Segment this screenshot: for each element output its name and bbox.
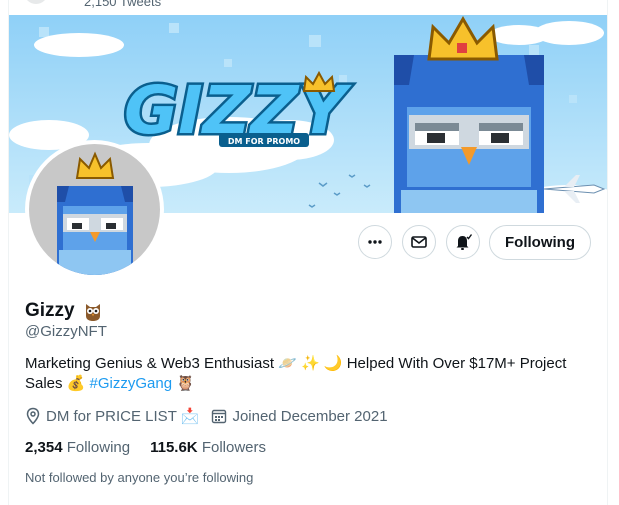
profile-joined: Joined December 2021 — [211, 407, 388, 425]
profile-bio: Marketing Genius & Web3 Enthusiast 🪐 ✨ 🌙… — [25, 354, 585, 394]
header-avatar-partial[interactable] — [24, 0, 48, 4]
column-border-right — [607, 0, 608, 505]
followers-label: Followers — [201, 439, 266, 456]
bio-trailing: 🦉 — [172, 375, 195, 392]
profile-name: Gizzy — [25, 300, 75, 321]
owl-avatar-image — [29, 144, 160, 275]
following-count: 2,354 — [25, 439, 63, 456]
profile-avatar[interactable] — [25, 140, 164, 279]
following-label: Following — [66, 439, 131, 456]
following-button[interactable]: Following — [489, 225, 591, 260]
location-pin-icon — [26, 407, 40, 425]
followers-count-link[interactable]: 115.6K Followers — [150, 439, 266, 456]
message-button[interactable] — [402, 225, 436, 259]
following-count-link[interactable]: 2,354 Following — [25, 439, 130, 456]
profile-location: DM for PRICE LIST 📩 — [25, 407, 199, 425]
followers-count: 115.6K — [150, 439, 198, 456]
bio-hashtag-link[interactable]: #GizzyGang — [90, 375, 173, 392]
more-button[interactable] — [358, 225, 392, 259]
more-dots-icon — [368, 240, 382, 244]
owl-emoji-icon — [85, 304, 100, 321]
profile-handle: @GizzyNFT — [25, 323, 107, 340]
envelope-icon — [411, 236, 427, 248]
notifications-button[interactable] — [446, 225, 480, 259]
calendar-icon — [212, 409, 227, 424]
banner-tagline: DM FOR PROMO — [228, 137, 300, 146]
bell-icon — [456, 234, 473, 250]
profile-stats: 2,354 Following 115.6K Followers — [25, 439, 266, 456]
joined-text: Joined December 2021 — [232, 407, 388, 425]
location-text: DM for PRICE LIST 📩 — [46, 408, 200, 425]
not-followed-note: Not followed by anyone you’re following — [25, 470, 254, 485]
profile-meta: DM for PRICE LIST 📩 Joined December 2021 — [25, 407, 400, 425]
tweet-count: 2,150 Tweets — [84, 0, 162, 9]
profile-name-row: Gizzy — [25, 300, 103, 322]
